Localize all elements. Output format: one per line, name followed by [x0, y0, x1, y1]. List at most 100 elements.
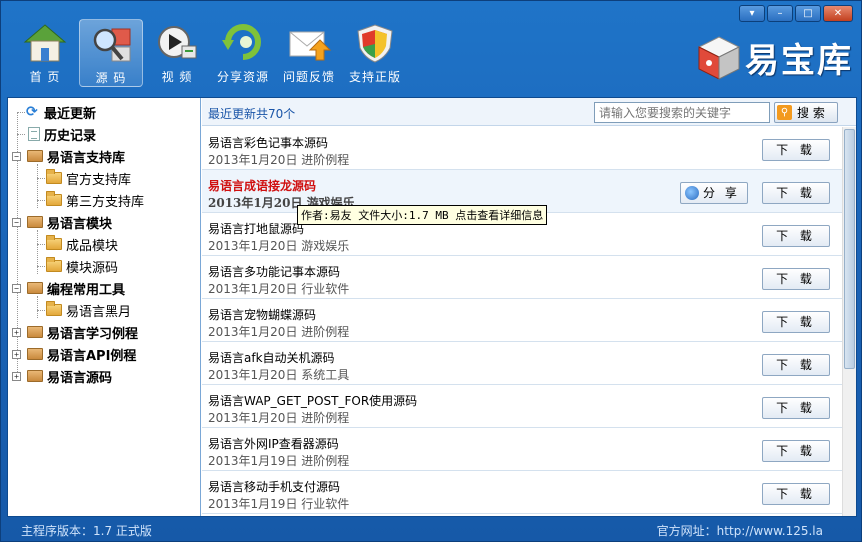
package-icon	[27, 348, 43, 360]
list-item[interactable]: 易语言WAP_GET_POST_FOR使用源码 2013年1月20日 进阶例程 …	[202, 385, 842, 428]
download-button[interactable]: 下 载	[762, 182, 830, 204]
home-icon	[22, 22, 68, 64]
toolbar-label: 分享资源	[216, 70, 269, 84]
scrollbar-thumb[interactable]	[844, 129, 855, 369]
app-window: ▾ – □ ✕ 首 页 源 码 视 频 分享资源 问题反馈 支持正版 易宝库 ⟳…	[0, 0, 862, 542]
toolbar-label: 视 频	[161, 70, 193, 84]
tree-connector	[37, 310, 45, 311]
maximize-button[interactable]: □	[795, 5, 821, 22]
tree-item-history[interactable]: 历史记录	[28, 123, 96, 145]
toolbar-source-button[interactable]: 源 码	[79, 19, 143, 87]
toolbar-home-button[interactable]: 首 页	[13, 19, 77, 87]
list-item[interactable]: 易语言移动手机支付源码 2013年1月19日 行业软件 下 载	[202, 471, 842, 514]
close-button[interactable]: ✕	[823, 5, 853, 22]
tree-item-source-code[interactable]: + 易语言源码	[12, 365, 112, 387]
share-button-label: 分 享	[703, 186, 740, 200]
download-button[interactable]: 下 载	[762, 483, 830, 505]
download-button[interactable]: 下 载	[762, 311, 830, 333]
tree-item-label: 成品模块	[66, 238, 119, 254]
list-scrollbar[interactable]	[842, 127, 856, 516]
toolbar-feedback-button[interactable]: 问题反馈	[277, 19, 341, 87]
tree-item-official-libs[interactable]: 官方支持库	[46, 167, 131, 189]
folder-icon	[46, 191, 62, 206]
toolbar-video-button[interactable]: 视 频	[145, 19, 209, 87]
list-item[interactable]: 易语言宠物蝴蝶源码 2013年1月20日 进阶例程 下 载	[202, 299, 842, 342]
item-title[interactable]: 易语言打地鼠源码	[208, 220, 304, 237]
share-globe-icon	[685, 186, 699, 200]
item-meta: 2013年1月20日 进阶例程	[208, 325, 350, 339]
item-title[interactable]: 易语言afk自动关机源码	[208, 349, 335, 366]
package-icon	[27, 216, 43, 228]
app-logo: 易宝库	[695, 33, 853, 82]
tree-item-finished-modules[interactable]: 成品模块	[46, 233, 118, 255]
share-button[interactable]: 分 享	[680, 182, 748, 204]
share-resource-icon	[220, 22, 266, 64]
item-title[interactable]: 易语言宠物蝴蝶源码	[208, 306, 316, 323]
package-icon	[27, 282, 43, 294]
search-icon: ⚲	[777, 105, 792, 120]
item-meta: 2013年1月20日 进阶例程	[208, 153, 350, 167]
website-link[interactable]: 官方网址：http://www.125.la	[657, 522, 823, 539]
download-button[interactable]: 下 载	[762, 354, 830, 376]
expand-toggle-icon[interactable]: +	[12, 371, 21, 381]
download-button[interactable]: 下 载	[762, 268, 830, 290]
item-title[interactable]: 易语言多功能记事本源码	[208, 263, 340, 280]
shield-icon	[352, 22, 398, 64]
search-input[interactable]	[594, 102, 770, 123]
toolbar-share-resource-button[interactable]: 分享资源	[211, 19, 275, 87]
download-button[interactable]: 下 载	[762, 139, 830, 161]
list-item[interactable]: 易语言afk自动关机源码 2013年1月20日 系统工具 下 载	[202, 342, 842, 385]
expand-toggle-icon[interactable]: +	[12, 349, 21, 359]
item-title[interactable]: 易语言成语接龙源码	[208, 177, 316, 194]
version-label: 主程序版本：1.7 正式版	[21, 524, 152, 538]
download-button[interactable]: 下 载	[762, 397, 830, 419]
tree-item-learning-examples[interactable]: + 易语言学习例程	[12, 321, 138, 343]
tree-item-label: 易语言API例程	[47, 348, 137, 364]
tree-item-third-party-libs[interactable]: 第三方支持库	[46, 189, 144, 211]
item-title[interactable]: 易语言外网IP查看器源码	[208, 435, 339, 452]
item-title[interactable]: 易语言彩色记事本源码	[208, 134, 328, 151]
collapse-toggle-icon[interactable]: −	[12, 283, 21, 293]
tree-item-support-libs[interactable]: − 易语言支持库	[12, 145, 125, 167]
tree-item-modules[interactable]: − 易语言模块	[12, 211, 112, 233]
category-tree: ⟳ 最近更新 历史记录 − 易语言支持库 官方支持库 第三方支持库 − 易语言模…	[8, 98, 201, 516]
search-button[interactable]: ⚲ 搜 索	[774, 102, 838, 123]
folder-icon	[46, 235, 62, 250]
toolbar-support-button[interactable]: 支持正版	[343, 19, 407, 87]
tree-connector	[37, 178, 45, 179]
refresh-icon: ⟳	[26, 104, 38, 120]
expand-toggle-icon[interactable]: +	[12, 327, 21, 337]
tree-item-label: 编程常用工具	[47, 282, 126, 298]
tree-item-heiyue[interactable]: 易语言黑月	[46, 299, 131, 321]
list-header: 最近更新共70个 ⚲ 搜 索	[202, 98, 856, 126]
package-icon	[27, 326, 43, 338]
list-item[interactable]: 易语言彩色记事本源码 2013年1月20日 进阶例程 下 载	[202, 127, 842, 170]
tree-item-tools[interactable]: − 编程常用工具	[12, 277, 125, 299]
tree-item-label: 最近更新	[44, 106, 97, 122]
tree-item-label: 易语言支持库	[47, 150, 126, 166]
tree-item-label: 第三方支持库	[66, 194, 145, 210]
item-title[interactable]: 易语言WAP_GET_POST_FOR使用源码	[208, 392, 417, 409]
tree-item-label: 历史记录	[44, 128, 97, 144]
list-item[interactable]: 易语言外网IP查看器源码 2013年1月19日 进阶例程 下 载	[202, 428, 842, 471]
item-count-label: 最近更新共70个	[208, 107, 296, 121]
toolbar-label: 源 码	[95, 71, 127, 85]
collapse-toggle-icon[interactable]: −	[12, 217, 21, 227]
collapse-toggle-icon[interactable]: −	[12, 151, 21, 161]
search-button-label: 搜 索	[797, 106, 825, 120]
download-button[interactable]: 下 载	[762, 440, 830, 462]
status-bar: 主程序版本：1.7 正式版 官方网址：http://www.125.la	[1, 519, 861, 541]
tree-item-label: 易语言源码	[47, 370, 113, 386]
list-item[interactable]: 易语言多功能记事本源码 2013年1月20日 行业软件 下 载	[202, 256, 842, 299]
tree-item-label: 官方支持库	[66, 172, 132, 188]
tree-item-module-source[interactable]: 模块源码	[46, 255, 118, 277]
download-button[interactable]: 下 载	[762, 225, 830, 247]
toolbar-label: 首 页	[29, 70, 61, 84]
item-title[interactable]: 易语言移动手机支付源码	[208, 478, 340, 495]
tree-item-label: 易语言模块	[47, 216, 113, 232]
dropdown-button[interactable]: ▾	[739, 5, 765, 22]
tree-item-api-examples[interactable]: + 易语言API例程	[12, 343, 136, 365]
tree-item-recent[interactable]: ⟳ 最近更新	[26, 101, 96, 123]
tree-connector	[37, 266, 45, 267]
minimize-button[interactable]: –	[767, 5, 793, 22]
